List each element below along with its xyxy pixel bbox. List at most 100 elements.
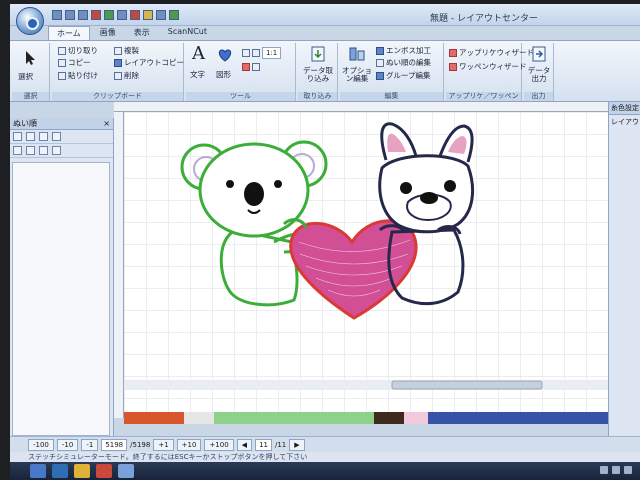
vertical-ruler: [114, 112, 124, 418]
output-group-label: 出力: [524, 92, 553, 101]
thread-color-item[interactable]: レイアウト: [609, 115, 640, 129]
text-tool-button[interactable]: 文字: [190, 69, 205, 80]
tab-view[interactable]: 表示: [126, 26, 158, 40]
import-group: データ取り込み 取り込み: [298, 43, 338, 101]
option-edit-button[interactable]: オプション編集: [342, 67, 372, 83]
sew-order-toolbar: [10, 130, 113, 144]
cut-button[interactable]: 切り取り: [58, 45, 98, 56]
panel-close-icon[interactable]: ×: [103, 118, 110, 130]
step-back-100-button[interactable]: -100: [28, 438, 54, 451]
zoom-value[interactable]: 1:1: [262, 47, 282, 59]
layout-center-icon[interactable]: [118, 464, 134, 478]
step-back-1-button[interactable]: -1: [81, 438, 99, 451]
paste-button[interactable]: 貼り付け: [58, 70, 98, 81]
applique-group-label: アップリケ／ワッペン: [446, 92, 521, 101]
color-icon[interactable]: [39, 132, 48, 141]
cut-label: 切り取り: [68, 46, 98, 55]
quick-access-toolbar: [52, 10, 179, 20]
frame-icon[interactable]: [52, 132, 61, 141]
thread-color-segment: [124, 412, 184, 424]
application-menu-button[interactable]: [16, 7, 44, 35]
thread-color-segment: [374, 412, 404, 424]
edit-group-label: 編集: [340, 92, 443, 101]
horizontal-scrollbar[interactable]: [124, 380, 608, 390]
redo-icon[interactable]: [104, 10, 114, 20]
tab-scanncut[interactable]: ScanNCut: [160, 26, 215, 40]
import-button[interactable]: データ取り込み: [300, 67, 336, 83]
duplicate-label: 複製: [124, 46, 139, 55]
network-icon[interactable]: [600, 466, 608, 474]
select-button[interactable]: 選択: [18, 71, 33, 82]
copy-button[interactable]: コピー: [58, 57, 91, 68]
clipboard-group-label: クリップボード: [52, 92, 183, 101]
start-button-icon[interactable]: [30, 464, 46, 478]
stop-icon[interactable]: [130, 10, 140, 20]
app-window: 無題 - レイアウトセンター ホーム 画像 表示 ScanNCut 選択 選択 …: [10, 4, 640, 480]
open-icon[interactable]: [65, 10, 75, 20]
measure-tool-icon[interactable]: [252, 63, 260, 71]
settings-icon[interactable]: [156, 10, 166, 20]
select-arrow-icon: [26, 51, 35, 65]
folder-icon[interactable]: [74, 464, 90, 478]
zoom-in-icon[interactable]: [242, 49, 250, 57]
duplicate-button[interactable]: 複製: [114, 45, 139, 56]
layout-copy-button[interactable]: レイアウトコピー: [114, 57, 184, 68]
thread-color-panel: 糸色設定 レイアウト: [608, 102, 640, 440]
color-next-button[interactable]: ▶: [289, 438, 305, 451]
stitch-total: /5198: [130, 440, 151, 449]
layout-copy-icon: [114, 58, 122, 67]
ribbon-tabs: ホーム 画像 表示 ScanNCut: [48, 26, 215, 40]
emboss-button[interactable]: エンボス加工: [376, 45, 431, 56]
step-back-10-button[interactable]: -10: [56, 438, 79, 451]
save-icon[interactable]: [78, 10, 88, 20]
export-icon: [532, 46, 546, 62]
export-button[interactable]: データ出力: [525, 67, 553, 83]
step-forward-100-button[interactable]: +100: [204, 438, 234, 451]
tab-home[interactable]: ホーム: [48, 26, 90, 40]
color-prev-button[interactable]: ◀: [236, 438, 253, 451]
tools-group-label: ツール: [186, 92, 295, 101]
color-index-field[interactable]: 11: [255, 438, 272, 451]
design-canvas[interactable]: [124, 112, 608, 418]
thread-color-segment: [428, 412, 608, 424]
image-tool-icon[interactable]: [242, 63, 250, 71]
text-tool-icon[interactable]: A: [192, 43, 205, 64]
step-forward-10-button[interactable]: +10: [176, 438, 202, 451]
sort-icon[interactable]: [26, 132, 35, 141]
view-toggle-icon[interactable]: [13, 132, 22, 141]
tab-image[interactable]: 画像: [92, 26, 124, 40]
sew-order-panel: ぬい順 ×: [10, 118, 114, 440]
window-title: 無題 - レイアウトセンター: [430, 14, 538, 24]
new-icon[interactable]: [52, 10, 62, 20]
status-bar: ステッチシミュレーターモード。終了するにはESCキーかストップボタンを押して下さ…: [10, 452, 640, 462]
stitch-counter-field[interactable]: 5198: [101, 438, 128, 451]
media-icon[interactable]: [96, 464, 112, 478]
applique-wizard-button[interactable]: アップリケウィザード: [449, 47, 534, 58]
zoom-out-icon[interactable]: [252, 49, 260, 57]
scrollbar-thumb[interactable]: [391, 380, 543, 390]
battery-icon[interactable]: [624, 466, 632, 474]
transfer-icon[interactable]: [169, 10, 179, 20]
patch-wizard-button[interactable]: ワッペンウィザード: [449, 61, 527, 72]
simulator-icon[interactable]: [143, 10, 153, 20]
layer-icon[interactable]: [39, 146, 48, 155]
eye-icon[interactable]: [13, 146, 22, 155]
copy-icon: [58, 58, 66, 67]
emboss-icon: [376, 46, 384, 55]
step-forward-1-button[interactable]: +1: [153, 438, 174, 451]
pointer-icon[interactable]: [52, 146, 61, 155]
undo-icon[interactable]: [91, 10, 101, 20]
group-edit-button[interactable]: グループ編集: [376, 70, 431, 81]
shape-tool-button[interactable]: 図形: [216, 69, 231, 80]
sew-order-button[interactable]: ぬい順の編集: [376, 57, 431, 68]
browser-icon[interactable]: [52, 464, 68, 478]
applique-group: アップリケウィザード ワッペンウィザード アップリケ／ワッペン: [446, 43, 534, 101]
lock-icon[interactable]: [26, 146, 35, 155]
delete-button[interactable]: 削除: [114, 70, 139, 81]
print-icon[interactable]: [117, 10, 127, 20]
sew-order-list[interactable]: [12, 162, 110, 436]
volume-icon[interactable]: [612, 466, 620, 474]
thread-color-segment: [184, 412, 214, 424]
applique-heart-icon: [449, 48, 457, 57]
shape-heart-icon[interactable]: [216, 46, 234, 64]
